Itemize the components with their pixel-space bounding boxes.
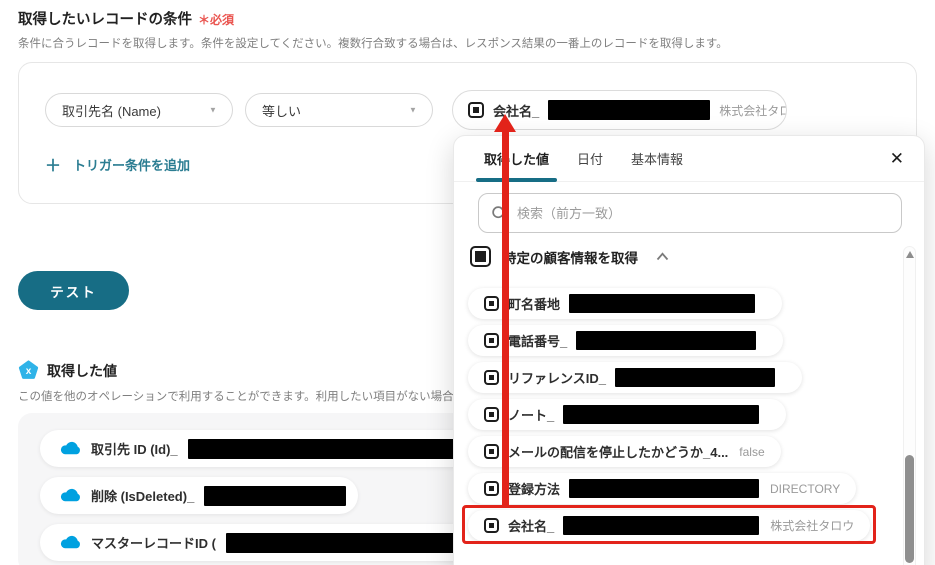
output-row-label: 取引先 ID (Id)_	[91, 442, 178, 457]
redacted-value	[576, 331, 757, 350]
annotation-arrow-shaft	[502, 131, 509, 507]
popup-tabbar: 取得した値 日付 基本情報 ✕	[454, 136, 924, 182]
add-trigger-condition-link[interactable]: ＋ トリガー条件を追加	[45, 152, 190, 176]
popup-item[interactable]: ノート_	[468, 399, 787, 430]
output-variable-icon	[484, 481, 499, 496]
popup-item-label: ノート_	[508, 408, 555, 423]
popup-group-header[interactable]: 特定の顧客情報を取得	[470, 246, 669, 267]
popup-item[interactable]: 登録方法 DIRECTORY	[468, 473, 857, 504]
annotation-arrow-head	[494, 114, 516, 132]
popup-item[interactable]: 町名番地	[468, 288, 783, 319]
popup-item-label: 会社名_	[508, 519, 555, 534]
salesforce-cloud-icon	[60, 488, 80, 502]
chevron-down-icon: ▼	[209, 105, 218, 115]
scroll-up-arrow-icon[interactable]	[906, 251, 914, 258]
value-picker-popup: 取得した値 日付 基本情報 ✕ 特定の顧客情報を取得 町名番地	[453, 135, 925, 565]
popup-item-value: false	[739, 444, 765, 459]
page: 取得したいレコードの条件 ＊必須 条件に合うレコードを取得します。条件を設定してく…	[0, 0, 935, 565]
popup-scrollbar-thumb[interactable]	[905, 455, 914, 563]
chevron-up-icon	[656, 252, 669, 261]
tab-date[interactable]: 日付	[577, 136, 603, 182]
output-section-header: x 取得した値	[18, 360, 117, 381]
conditions-title-text: 取得したいレコードの条件	[18, 12, 192, 28]
popup-item-label: 電話番号_	[508, 334, 568, 349]
output-value-row[interactable]: マスターレコードID (	[40, 524, 476, 561]
tab-basic-info[interactable]: 基本情報	[631, 136, 683, 182]
popup-item-value: DIRECTORY	[770, 481, 841, 496]
operator-select[interactable]: 等しい ▼	[245, 93, 433, 127]
field-select[interactable]: 取引先名 (Name) ▼	[45, 93, 233, 127]
popup-item-value: 株式会社タロウ	[770, 519, 855, 533]
required-badge: ＊必須	[198, 13, 235, 27]
popup-item-label: メールの配信を停止したかどうか_4...	[508, 445, 729, 460]
value-preview: 株式会社タロ	[719, 103, 787, 118]
redacted-value	[563, 405, 760, 424]
output-row-label: 削除 (IsDeleted)_	[91, 489, 195, 504]
close-icon[interactable]: ✕	[890, 150, 904, 167]
popup-item-label: 登録方法	[508, 482, 561, 497]
popup-item-label: リファレンスID_	[508, 371, 606, 386]
output-variable-icon	[484, 407, 499, 422]
salesforce-cloud-icon	[60, 535, 80, 549]
field-select-value: 取引先名 (Name)	[62, 103, 161, 119]
operator-select-value: 等しい	[262, 103, 302, 119]
output-variable-icon	[484, 333, 499, 348]
output-value-row[interactable]: 削除 (IsDeleted)_	[40, 477, 358, 514]
popup-item[interactable]: メールの配信を停止したかどうか_4... false	[468, 436, 781, 467]
output-row-label: マスターレコードID (	[91, 536, 216, 551]
output-variable-icon	[468, 102, 484, 118]
redacted-value	[563, 516, 760, 535]
plus-icon: ＋	[45, 158, 62, 175]
popup-search-box[interactable]	[478, 193, 902, 233]
redacted-value	[225, 532, 454, 553]
output-badge-icon: x	[18, 360, 39, 379]
tab-retrieved-values[interactable]: 取得した値	[475, 136, 558, 182]
popup-item[interactable]: 電話番号_	[468, 325, 784, 356]
test-button[interactable]: テスト	[18, 271, 129, 310]
search-input[interactable]	[517, 205, 889, 221]
redacted-value	[614, 368, 775, 387]
output-variable-icon	[484, 444, 499, 459]
svg-text:x: x	[26, 366, 32, 377]
output-section-description: この値を他のオペレーションで利用することができます。利用したい項目がない場合は、…	[18, 391, 517, 403]
group-header-label: 特定の顧客情報を取得	[503, 250, 638, 266]
output-variable-icon	[484, 296, 499, 311]
output-variable-icon	[470, 246, 491, 267]
output-variable-icon	[484, 370, 499, 385]
redacted-value	[204, 485, 347, 506]
add-trigger-condition-label: トリガー条件を追加	[73, 157, 191, 173]
popup-item-label: 町名番地	[508, 297, 561, 312]
popup-item[interactable]: リファレンスID_	[468, 362, 802, 393]
output-section-title: 取得した値	[47, 362, 117, 379]
redacted-value	[187, 438, 480, 459]
redacted-value	[548, 100, 711, 120]
popup-item-selected[interactable]: 会社名_ 株式会社タロウ	[468, 510, 871, 541]
output-variable-icon	[484, 518, 499, 533]
salesforce-cloud-icon	[60, 441, 80, 455]
chevron-down-icon: ▼	[409, 105, 418, 115]
redacted-value	[569, 294, 756, 313]
section-title-conditions: 取得したいレコードの条件 ＊必須	[18, 8, 234, 29]
redacted-value	[569, 479, 760, 498]
conditions-description: 条件に合うレコードを取得します。条件を設定してください。複数行合致する場合は、レ…	[18, 38, 728, 50]
